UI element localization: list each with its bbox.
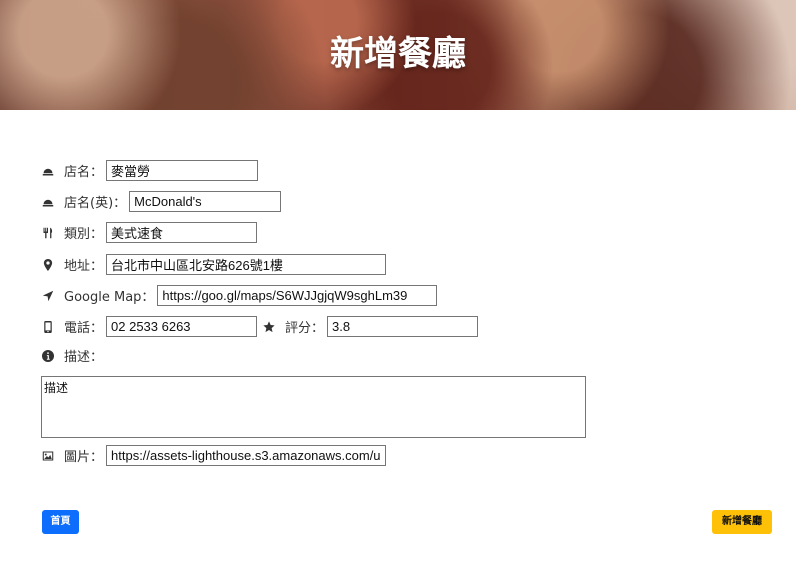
add-restaurant-button[interactable]: 新增餐廳 [712, 510, 772, 534]
mobile-icon [41, 320, 55, 334]
utensils-icon [41, 226, 55, 240]
google-map-input[interactable] [157, 285, 438, 306]
map-marker-icon [41, 258, 55, 272]
description-row: 描述： [41, 346, 106, 365]
google-map-label: Google Map： [64, 290, 155, 305]
name-en-input[interactable] [129, 191, 282, 212]
rating-label: 評分： [285, 321, 325, 336]
phone-rating-row: 電話： 評分： [41, 316, 479, 337]
name-input[interactable] [106, 160, 259, 181]
image-input[interactable] [106, 445, 387, 466]
location-row: 地址： [41, 254, 387, 275]
description-label: 描述： [64, 350, 104, 365]
google-map-row: Google Map： [41, 285, 438, 306]
category-label: 類別： [64, 227, 104, 242]
name-en-row: 店名(英)： [41, 191, 282, 212]
rating-input[interactable] [327, 316, 479, 337]
image-row: 圖片： [41, 445, 387, 466]
image-label: 圖片： [64, 450, 104, 465]
star-icon [262, 320, 276, 334]
category-input[interactable] [106, 222, 258, 243]
bell-icon [41, 195, 55, 209]
description-textarea[interactable]: 描述 [41, 376, 586, 438]
location-label: 地址： [64, 259, 104, 274]
banner: 新增餐廳 [0, 0, 796, 110]
home-button[interactable]: 首頁 [42, 510, 79, 534]
page-title: 新增餐廳 [330, 34, 466, 74]
image-icon [41, 449, 55, 463]
category-row: 類別： [41, 222, 258, 243]
info-circle-icon [41, 349, 55, 363]
name-en-label: 店名(英)： [64, 196, 127, 211]
bell-icon [41, 164, 55, 178]
location-input[interactable] [106, 254, 387, 275]
name-label: 店名： [64, 165, 104, 180]
location-arrow-icon [41, 289, 55, 303]
name-row: 店名： [41, 160, 259, 181]
phone-input[interactable] [106, 316, 258, 337]
phone-label: 電話： [64, 321, 104, 336]
